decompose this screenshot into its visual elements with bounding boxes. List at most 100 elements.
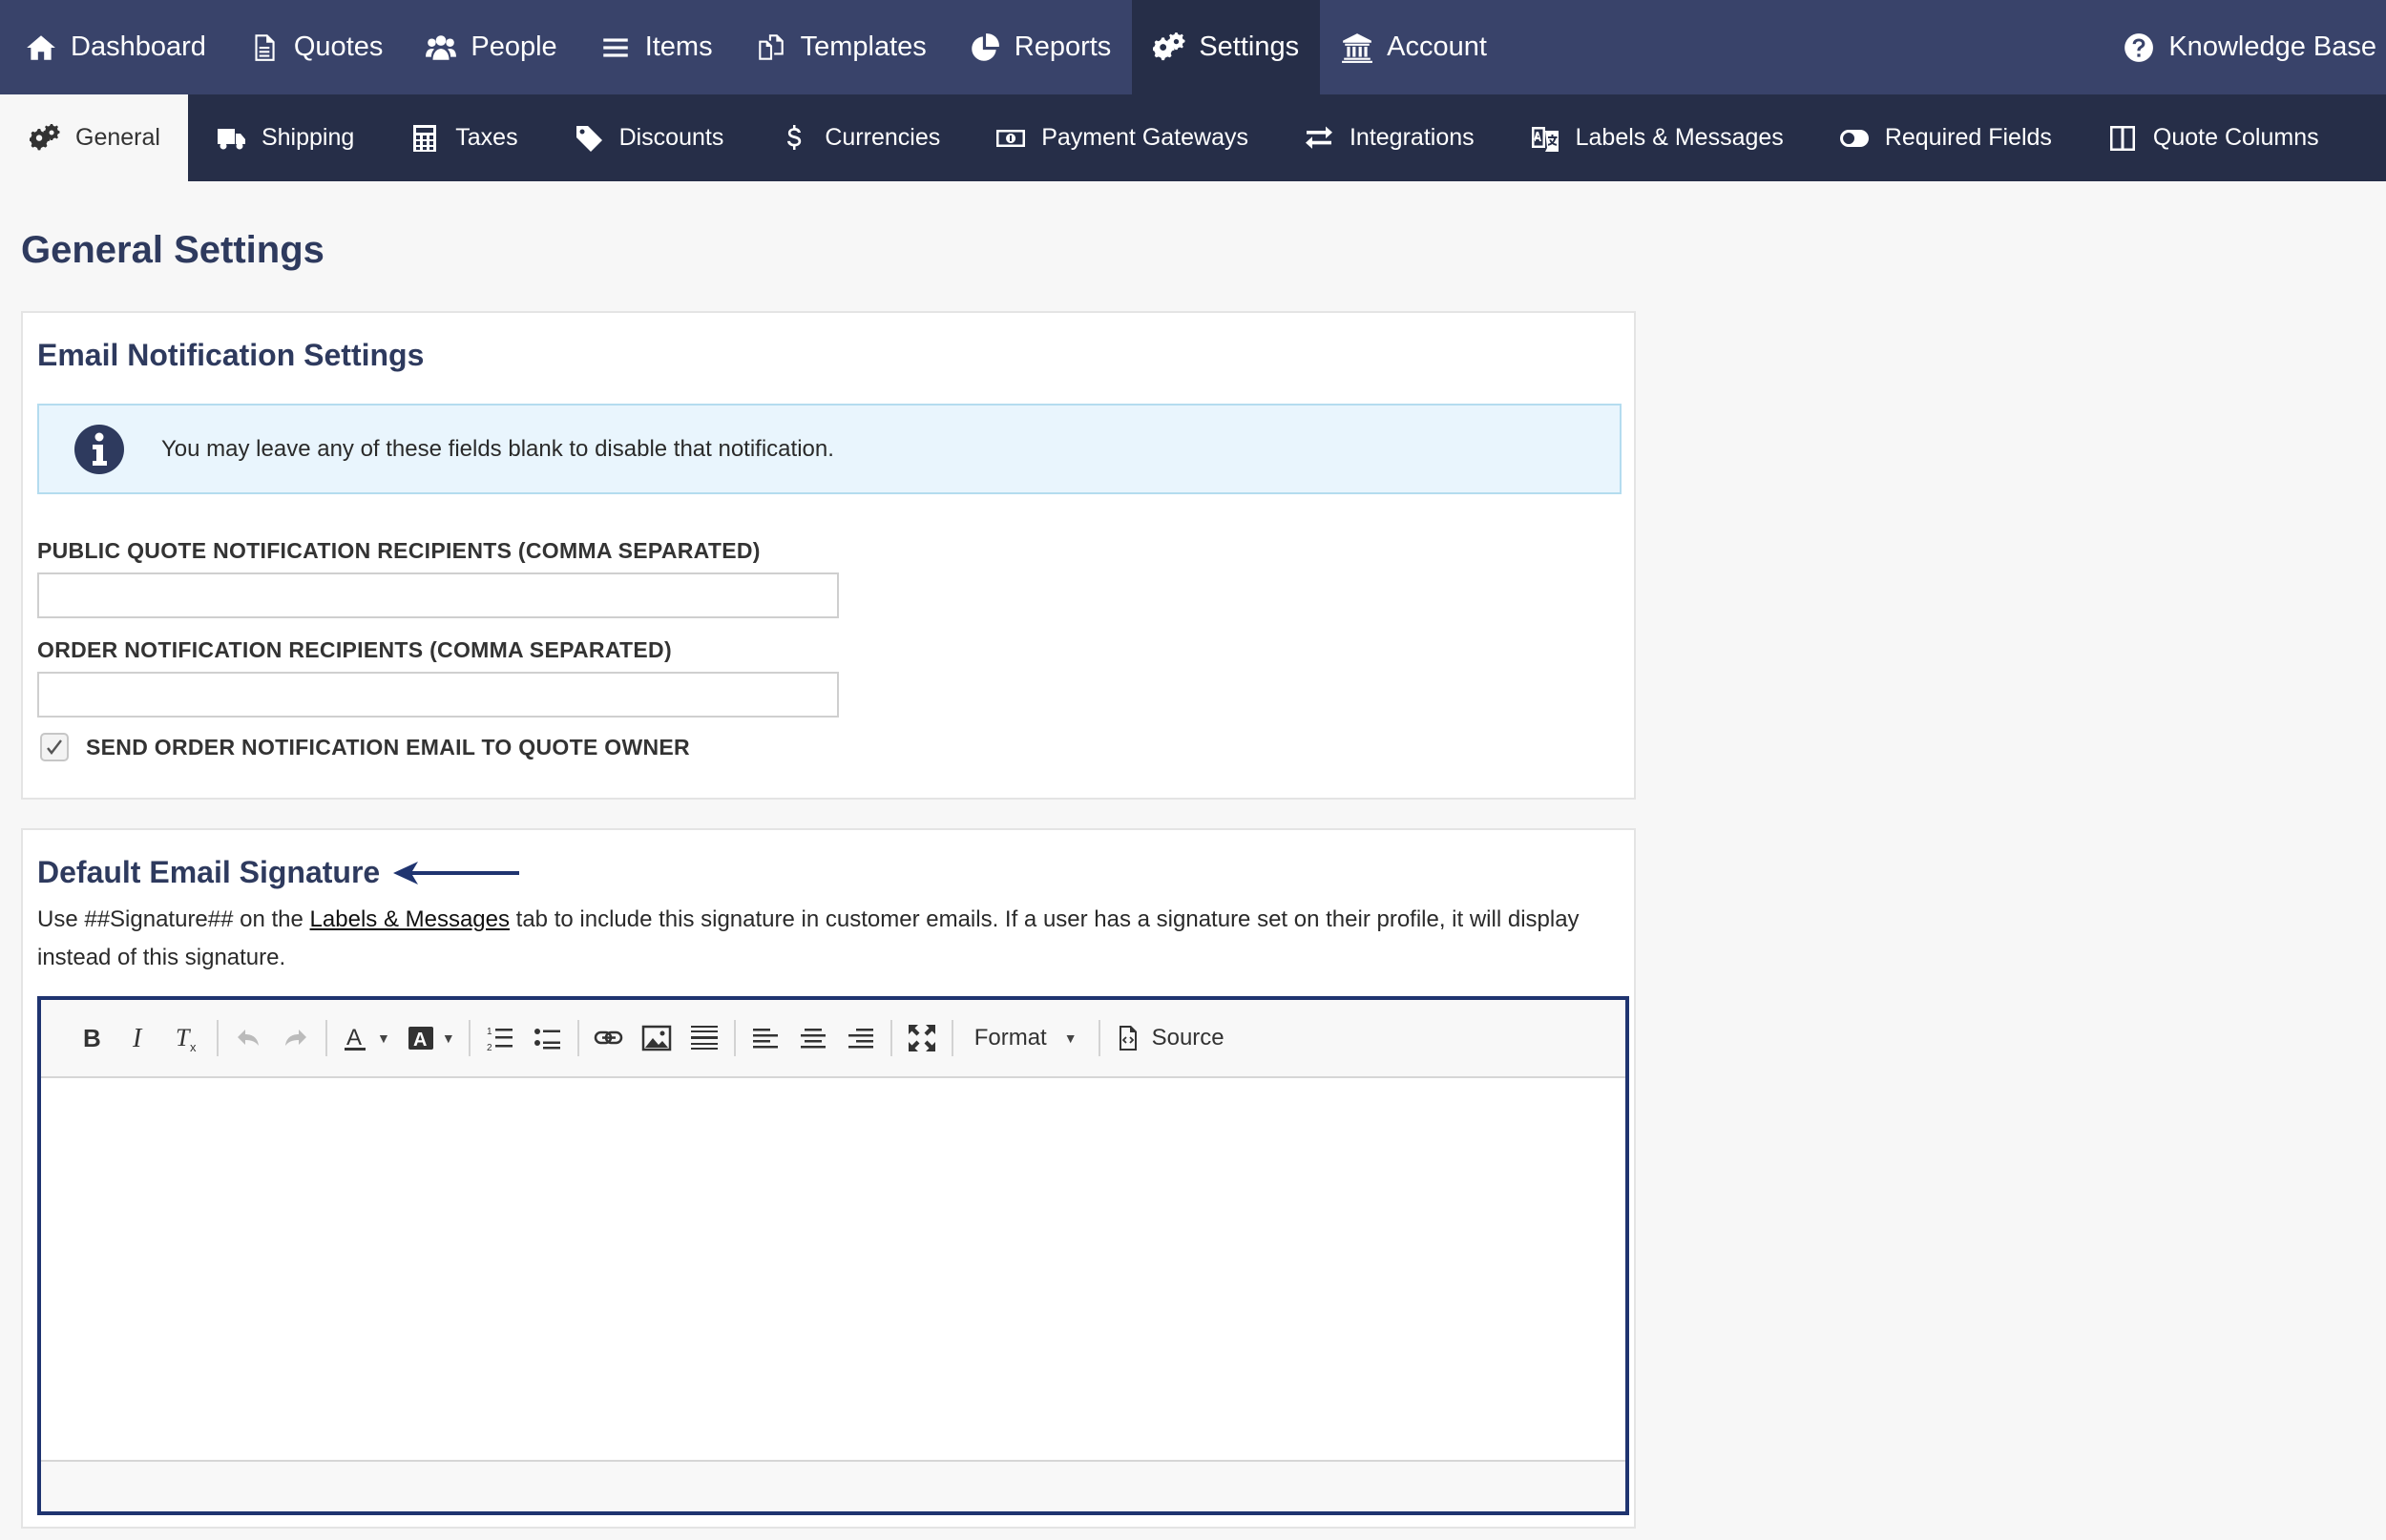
language-icon bbox=[1531, 126, 1559, 152]
columns-icon bbox=[2109, 125, 2135, 151]
image-button[interactable] bbox=[633, 1014, 680, 1062]
copy-icon bbox=[758, 33, 784, 60]
undo-button[interactable] bbox=[224, 1014, 272, 1062]
svg-text:I: I bbox=[132, 1024, 143, 1053]
rich-text-editor: B I Tx A ▼ A ▼ 1 2 Format ▼ Source bbox=[37, 996, 1629, 1515]
align-right-button[interactable] bbox=[837, 1014, 885, 1062]
public-quote-recipients-input[interactable] bbox=[37, 572, 839, 618]
toolbar-separator bbox=[325, 1020, 327, 1056]
subnav-taxes[interactable]: Taxes bbox=[382, 94, 545, 181]
subnav-taxes-label: Taxes bbox=[455, 124, 518, 151]
nav-settings[interactable]: Settings bbox=[1132, 0, 1321, 94]
text-color-button[interactable]: A ▼ bbox=[333, 1014, 398, 1062]
remove-format-button[interactable]: Tx bbox=[163, 1014, 211, 1062]
signature-heading: Default Email Signature bbox=[37, 855, 381, 889]
format-dropdown[interactable]: Format ▼ bbox=[959, 1014, 1093, 1062]
order-recipients-input[interactable] bbox=[37, 672, 839, 718]
numbered-list-icon: 12 bbox=[487, 1027, 513, 1053]
toolbar-separator bbox=[890, 1020, 892, 1056]
toolbar-separator bbox=[951, 1020, 953, 1056]
subnav-payment-gateways[interactable]: Payment Gateways bbox=[968, 94, 1276, 181]
bank-icon bbox=[1342, 32, 1373, 63]
image-icon bbox=[641, 1025, 671, 1051]
redo-button[interactable] bbox=[272, 1014, 320, 1062]
nav-dashboard[interactable]: Dashboard bbox=[0, 0, 227, 94]
subnav-shipping[interactable]: Shipping bbox=[188, 94, 382, 181]
svg-text:2: 2 bbox=[487, 1043, 492, 1053]
chevron-down-icon: ▼ bbox=[1063, 1030, 1078, 1046]
editor-status-bar bbox=[41, 1460, 1625, 1511]
labels-messages-link[interactable]: Labels & Messages bbox=[310, 906, 510, 932]
toolbar-separator bbox=[1098, 1020, 1100, 1056]
subnav-discounts[interactable]: Discounts bbox=[546, 94, 752, 181]
top-nav: Dashboard Quotes People Items Templates … bbox=[0, 0, 2386, 94]
link-icon bbox=[594, 1030, 622, 1045]
source-label: Source bbox=[1151, 1025, 1224, 1051]
money-icon bbox=[996, 129, 1026, 147]
bullet-list-button[interactable] bbox=[524, 1014, 572, 1062]
horizontal-line-icon bbox=[690, 1026, 718, 1050]
editor-content-area[interactable] bbox=[41, 1078, 1625, 1460]
subnav-currencies[interactable]: Currencies bbox=[751, 94, 968, 181]
toolbar-separator bbox=[733, 1020, 736, 1056]
editor-toolbar: B I Tx A ▼ A ▼ 1 2 Format ▼ Source bbox=[41, 1000, 1625, 1078]
document-icon bbox=[255, 33, 275, 61]
horizontal-line-button[interactable] bbox=[680, 1014, 728, 1062]
people-icon bbox=[426, 34, 457, 60]
bold-icon: B bbox=[83, 1024, 101, 1052]
subnav-payment-gateways-label: Payment Gateways bbox=[1041, 124, 1248, 151]
maximize-button[interactable] bbox=[898, 1014, 946, 1062]
align-left-button[interactable] bbox=[742, 1014, 789, 1062]
subnav-labels-messages-label: Labels & Messages bbox=[1575, 124, 1784, 151]
nav-people[interactable]: People bbox=[404, 0, 577, 94]
signature-desc-before: Use ##Signature## on the bbox=[37, 906, 310, 932]
info-alert: You may leave any of these fields blank … bbox=[37, 404, 1622, 494]
signature-heading-row: Default Email Signature bbox=[37, 855, 521, 890]
align-center-button[interactable] bbox=[789, 1014, 837, 1062]
subnav-quote-columns-label: Quote Columns bbox=[2152, 124, 2319, 151]
source-button[interactable]: Source bbox=[1106, 1014, 1232, 1062]
italic-icon: I bbox=[132, 1024, 143, 1053]
subnav-integrations[interactable]: Integrations bbox=[1276, 94, 1502, 181]
subnav-currencies-label: Currencies bbox=[825, 124, 941, 151]
subnav-labels-messages[interactable]: Labels & Messages bbox=[1502, 94, 1811, 181]
send-owner-checkbox[interactable] bbox=[40, 733, 69, 761]
nav-items[interactable]: Items bbox=[578, 0, 734, 94]
nav-items-label: Items bbox=[644, 31, 713, 62]
numbered-list-button[interactable]: 12 bbox=[476, 1014, 524, 1062]
nav-knowledge-base[interactable]: Knowledge Base bbox=[2102, 0, 2386, 94]
calculator-icon bbox=[413, 124, 437, 152]
italic-button[interactable]: I bbox=[115, 1014, 163, 1062]
gears-icon bbox=[1153, 31, 1185, 60]
arrow-left-icon bbox=[393, 861, 520, 884]
chevron-down-icon: ▼ bbox=[441, 1030, 455, 1046]
list-icon bbox=[602, 37, 628, 57]
nav-account[interactable]: Account bbox=[1320, 0, 1508, 94]
public-quote-recipients-label: PUBLIC QUOTE NOTIFICATION RECIPIENTS (CO… bbox=[37, 538, 761, 563]
info-text: You may leave any of these fields blank … bbox=[161, 435, 834, 462]
subnav-general[interactable]: General bbox=[0, 94, 188, 181]
email-notification-heading: Email Notification Settings bbox=[37, 338, 425, 372]
exchange-icon bbox=[1305, 126, 1332, 149]
nav-templates[interactable]: Templates bbox=[734, 0, 948, 94]
order-recipients-label: ORDER NOTIFICATION RECIPIENTS (COMMA SEP… bbox=[37, 637, 672, 662]
subnav-discounts-label: Discounts bbox=[618, 124, 724, 151]
link-button[interactable] bbox=[585, 1014, 633, 1062]
subnav-required-fields[interactable]: Required Fields bbox=[1811, 94, 2080, 181]
svg-text:A: A bbox=[413, 1030, 427, 1051]
pie-chart-icon bbox=[972, 32, 999, 61]
nav-quotes[interactable]: Quotes bbox=[227, 0, 405, 94]
send-owner-label: SEND ORDER NOTIFICATION EMAIL TO QUOTE O… bbox=[86, 734, 690, 760]
bold-button[interactable]: B bbox=[68, 1014, 115, 1062]
send-owner-row: SEND ORDER NOTIFICATION EMAIL TO QUOTE O… bbox=[40, 733, 690, 761]
svg-text:T: T bbox=[176, 1024, 191, 1051]
info-icon bbox=[74, 424, 124, 474]
nav-reports[interactable]: Reports bbox=[948, 0, 1133, 94]
subnav-quote-columns[interactable]: Quote Columns bbox=[2080, 94, 2347, 181]
background-color-icon: A bbox=[408, 1027, 433, 1051]
page-title: General Settings bbox=[21, 229, 324, 271]
background-color-button[interactable]: A ▼ bbox=[398, 1014, 463, 1062]
svg-text:A: A bbox=[346, 1025, 362, 1051]
tag-icon bbox=[576, 125, 602, 152]
settings-sub-nav: General Shipping Taxes Discounts Currenc… bbox=[0, 94, 2386, 181]
